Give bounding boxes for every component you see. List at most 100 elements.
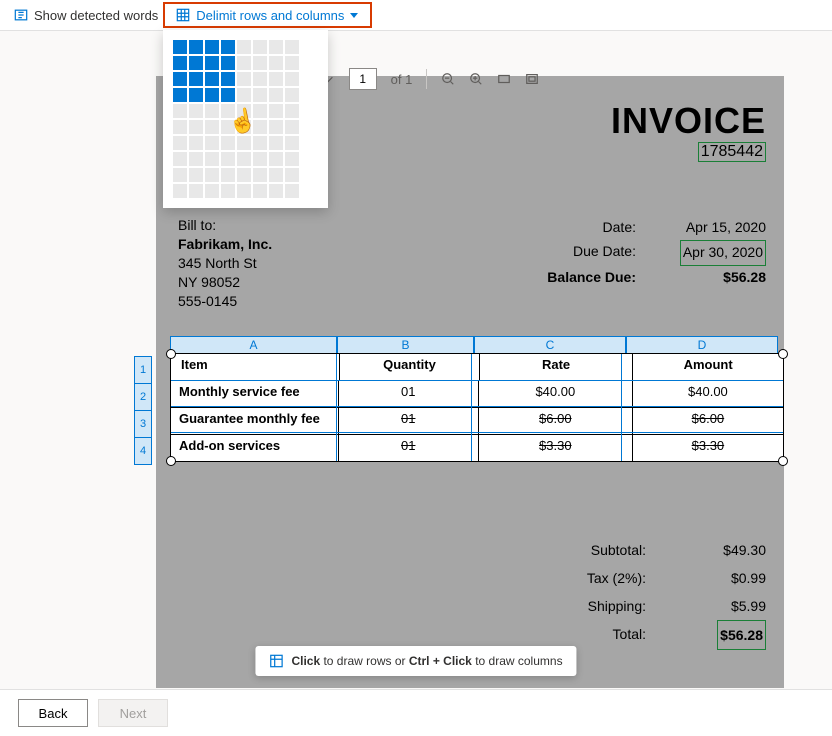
grid-cell[interactable] [205,40,219,54]
grid-cell[interactable] [253,120,267,134]
table-region[interactable]: A B C D Item [156,336,784,462]
row-divider[interactable] [171,432,783,433]
row-number[interactable]: 2 [134,383,152,411]
grid-cell[interactable] [237,120,251,134]
grid-cell[interactable] [205,168,219,182]
grid-cell[interactable] [205,72,219,86]
grid-cell[interactable] [205,152,219,166]
grid-cell[interactable] [237,56,251,70]
fit-width-icon[interactable] [497,72,511,86]
grid-cell[interactable] [285,136,299,150]
grid-cell[interactable] [221,40,235,54]
grid-cell[interactable] [237,88,251,102]
grid-cell[interactable] [253,72,267,86]
grid-cell[interactable] [253,184,267,198]
grid-cell[interactable] [189,120,203,134]
grid-cell[interactable] [189,168,203,182]
column-divider[interactable] [471,354,472,461]
grid-cell[interactable] [221,168,235,182]
grid-cell[interactable] [221,72,235,86]
grid-cell[interactable] [285,168,299,182]
grid-cell[interactable] [205,88,219,102]
delimit-rows-columns-button[interactable]: Delimit rows and columns [176,8,358,23]
grid-cell[interactable] [269,136,283,150]
column-header[interactable]: A [170,336,337,353]
grid-cell[interactable] [205,136,219,150]
grid-cell[interactable] [253,136,267,150]
grid-cell[interactable] [285,88,299,102]
next-button[interactable]: Next [98,699,168,727]
column-header[interactable]: B [337,336,474,353]
grid-cell[interactable] [173,136,187,150]
row-divider[interactable] [171,406,783,407]
grid-cell[interactable] [285,56,299,70]
column-divider[interactable] [621,354,622,461]
grid-cell[interactable] [269,152,283,166]
grid-cell[interactable] [221,136,235,150]
data-table[interactable]: Item Quantity Rate Amount Monthly servic… [170,353,784,462]
resize-handle[interactable] [778,349,788,359]
grid-cell[interactable] [221,120,235,134]
grid-cell[interactable] [269,184,283,198]
grid-cell[interactable] [269,104,283,118]
grid-cell[interactable] [253,168,267,182]
resize-handle[interactable] [778,456,788,466]
resize-handle[interactable] [166,349,176,359]
row-number[interactable]: 4 [134,437,152,465]
show-detected-words-button[interactable]: Show detected words [14,8,158,23]
grid-cell[interactable] [173,168,187,182]
grid-cell[interactable] [221,104,235,118]
column-header[interactable]: D [626,336,778,353]
resize-handle[interactable] [166,456,176,466]
grid-size-popup[interactable] [163,30,328,208]
grid-cell[interactable] [173,40,187,54]
grid-cell[interactable] [285,40,299,54]
grid-cell[interactable] [173,184,187,198]
grid-cell[interactable] [253,104,267,118]
grid-cell[interactable] [237,168,251,182]
grid-cell[interactable] [173,88,187,102]
grid-cell[interactable] [173,104,187,118]
grid-cell[interactable] [173,56,187,70]
grid-cell[interactable] [237,152,251,166]
grid-cell[interactable] [269,88,283,102]
back-button[interactable]: Back [18,699,88,727]
grid-cell[interactable] [269,168,283,182]
fit-page-icon[interactable] [525,72,539,86]
column-divider[interactable] [336,354,337,461]
grid-cell[interactable] [205,56,219,70]
grid-cell[interactable] [253,56,267,70]
grid-cell[interactable] [205,184,219,198]
grid-cell[interactable] [173,120,187,134]
grid-cell[interactable] [221,152,235,166]
grid-cell[interactable] [269,40,283,54]
grid-cell[interactable] [189,56,203,70]
zoom-in-icon[interactable] [469,72,483,86]
grid-cell[interactable] [189,152,203,166]
zoom-out-icon[interactable] [441,72,455,86]
grid-cell[interactable] [237,136,251,150]
grid-cell[interactable] [237,104,251,118]
grid-cell[interactable] [253,88,267,102]
grid-cell[interactable] [237,72,251,86]
row-number[interactable]: 1 [134,356,152,384]
grid-cell[interactable] [269,72,283,86]
grid-cell[interactable] [221,184,235,198]
grid-cell[interactable] [237,40,251,54]
grid-cell[interactable] [285,184,299,198]
grid-cell[interactable] [269,56,283,70]
grid-cell[interactable] [189,40,203,54]
column-header[interactable]: C [474,336,626,353]
grid-cell[interactable] [189,72,203,86]
grid-cell[interactable] [205,104,219,118]
grid-cell[interactable] [285,152,299,166]
grid-cell[interactable] [221,88,235,102]
row-divider[interactable] [171,380,783,381]
grid-cell[interactable] [189,104,203,118]
grid-cell[interactable] [285,120,299,134]
grid-cell[interactable] [269,120,283,134]
grid-cell[interactable] [285,72,299,86]
grid-cell[interactable] [253,40,267,54]
page-number-input[interactable] [349,68,377,90]
grid-cell[interactable] [189,88,203,102]
